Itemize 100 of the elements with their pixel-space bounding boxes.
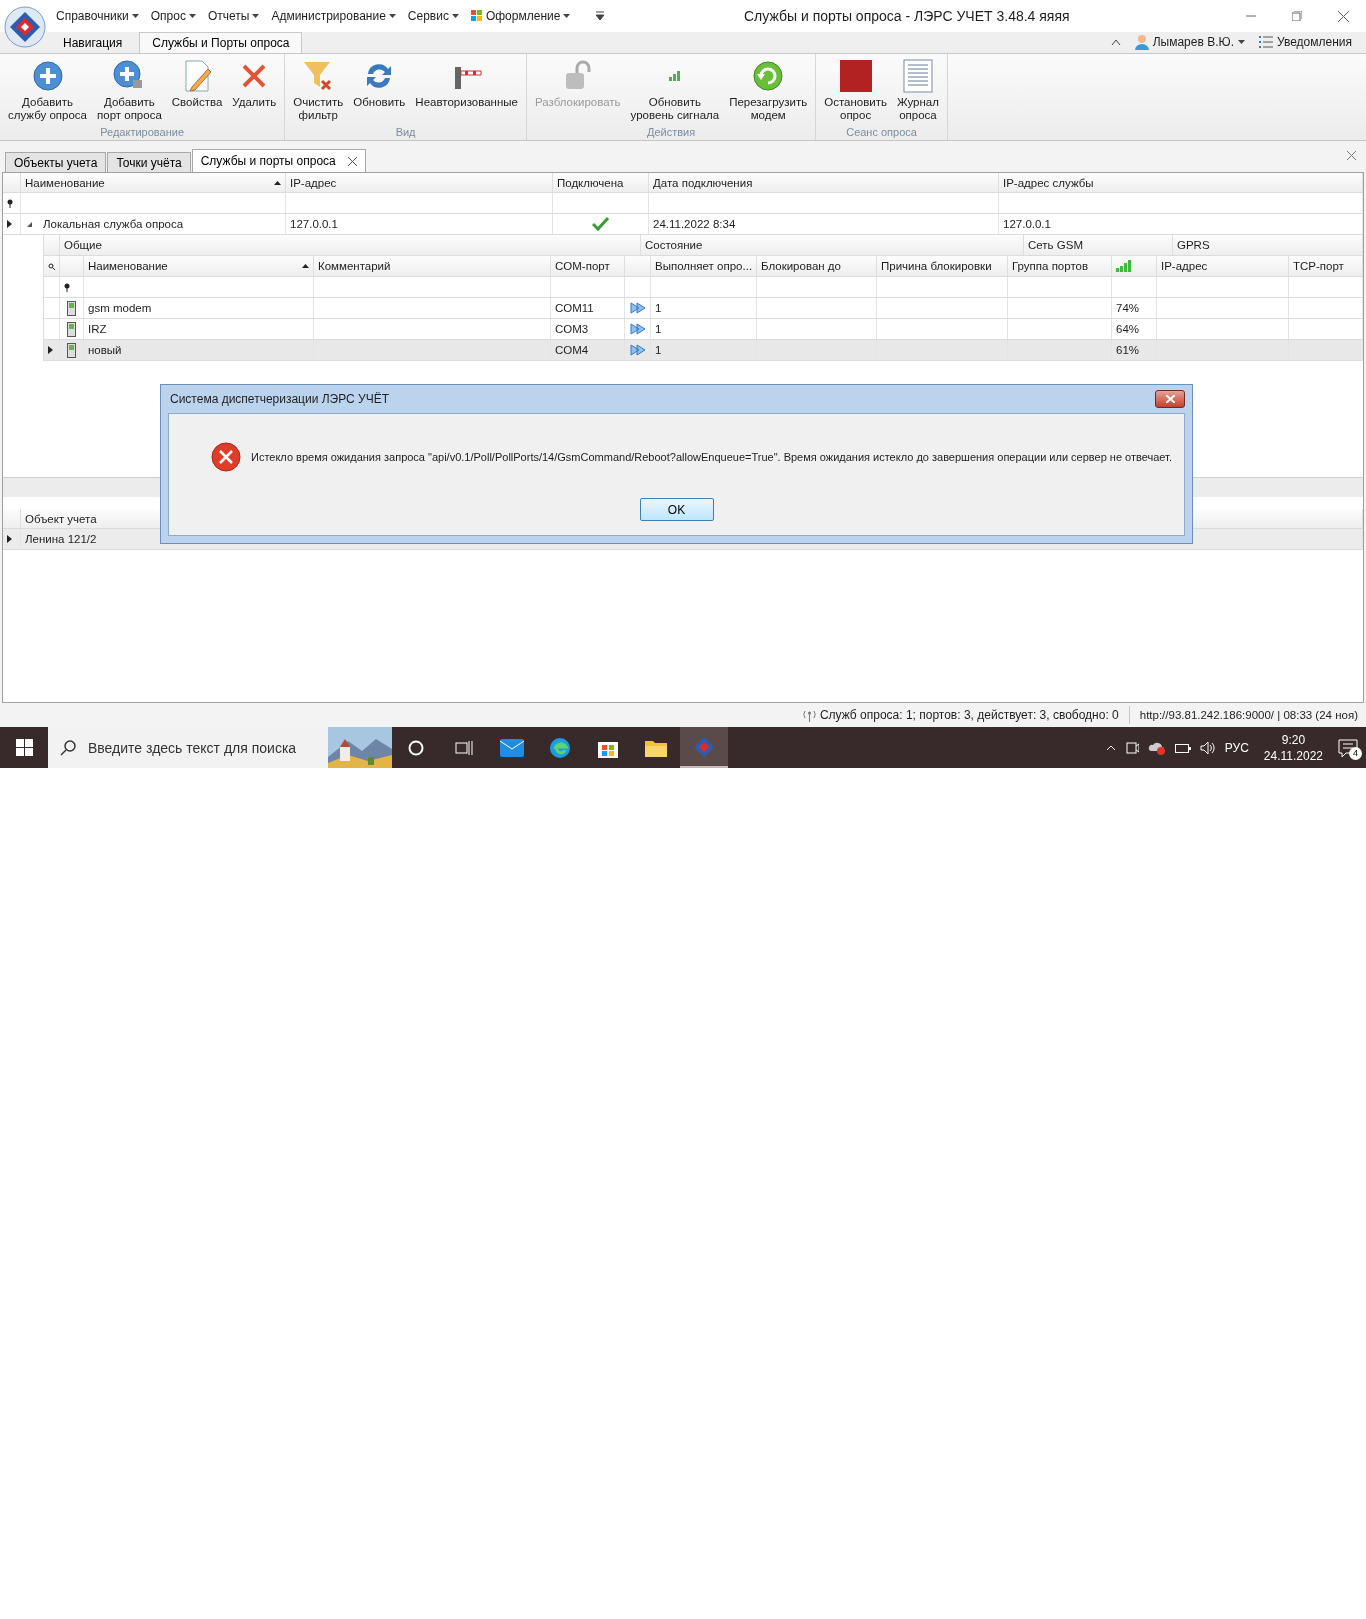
ribbon-button[interactable]: Журнал опроса xyxy=(892,56,943,126)
notifications-button[interactable]: Уведомления xyxy=(1258,35,1352,49)
ok-button[interactable]: OK xyxy=(639,498,714,521)
caret-icon xyxy=(1237,40,1245,44)
window-title: Службы и порты опроса - ЛЭРС УЧЕТ 3.48.4 яяяя xyxy=(744,8,1070,24)
double-arrow-icon xyxy=(629,323,646,335)
column-header[interactable]: Наименование xyxy=(21,173,286,192)
signal-bars-icon xyxy=(1116,260,1132,272)
close-icon xyxy=(1337,10,1349,22)
column-header[interactable]: Дата подключения xyxy=(649,173,999,192)
table-cell: 61% xyxy=(1112,340,1157,360)
menu-item[interactable]: Оформление xyxy=(470,9,571,23)
chevron-up-icon[interactable] xyxy=(1105,744,1116,751)
plus-icon xyxy=(30,59,65,93)
ribbon-button[interactable]: Перезагрузить модем xyxy=(725,56,812,126)
ribbon-button[interactable]: Обновить xyxy=(349,56,410,126)
close-tab-icon[interactable] xyxy=(347,156,357,166)
column-header[interactable]: Выполняет опро... xyxy=(651,256,757,276)
menu-item[interactable]: Опрос xyxy=(150,9,196,23)
column-header[interactable]: IP-адрес xyxy=(286,173,553,192)
table-cell: COM4 xyxy=(551,340,625,360)
menu-item[interactable]: Администрирование xyxy=(271,9,396,23)
user-icon xyxy=(1134,34,1149,50)
list-icon xyxy=(1258,36,1273,48)
column-header[interactable]: IP-адрес xyxy=(1157,256,1289,276)
table-cell: 1 xyxy=(651,298,757,318)
antenna-icon xyxy=(802,708,816,722)
table-cell: 74% xyxy=(1112,298,1157,318)
ribbon-button[interactable]: Очистить фильтр xyxy=(289,56,348,126)
speaker-icon[interactable] xyxy=(1199,740,1216,755)
close-button[interactable] xyxy=(1155,390,1185,408)
sort-ascending-icon xyxy=(274,180,281,185)
band-header: Общие xyxy=(60,235,641,255)
ribbon-button[interactable]: Остановить опрос xyxy=(820,56,891,126)
table-cell: 1 xyxy=(651,319,757,339)
clock[interactable]: 9:20 24.11.2022 xyxy=(1257,731,1329,764)
journal-icon xyxy=(900,59,935,93)
column-header[interactable]: Причина блокировки xyxy=(877,256,1008,276)
minimize-icon xyxy=(1246,15,1256,17)
ribbon-button[interactable]: Свойства xyxy=(167,56,227,126)
taskbar-search-box[interactable]: Введите здесь текст для поиска xyxy=(48,727,392,768)
document-tab[interactable]: Службы и порты опроса xyxy=(191,149,366,172)
close-icon[interactable] xyxy=(1347,151,1356,160)
ribbon-button[interactable]: Обновить уровень сигнала xyxy=(626,56,724,126)
document-tab[interactable]: Объекты учета xyxy=(5,152,107,172)
table-cell: 127.0.0.1 xyxy=(999,214,1363,234)
meeting-icon[interactable] xyxy=(1124,740,1139,755)
ribbon-group-label: Редактирование xyxy=(100,126,184,140)
ribbon-button[interactable]: Добавить порт опроса xyxy=(93,56,166,126)
document-tab[interactable]: Точки учёта xyxy=(107,152,191,172)
ribbon-tab[interactable]: Навигация xyxy=(50,32,136,53)
caret-icon xyxy=(188,14,196,18)
table-cell: 127.0.0.1 xyxy=(286,214,553,234)
search-icon[interactable] xyxy=(48,262,55,270)
stop-icon xyxy=(838,59,873,93)
filter-row-icon xyxy=(64,282,70,292)
column-header[interactable]: TCP-порт xyxy=(1289,256,1363,276)
restore-icon xyxy=(1292,11,1302,21)
band-header: Состояние xyxy=(641,235,1024,255)
menu-item[interactable]: Сервис xyxy=(407,9,459,23)
reload-icon xyxy=(751,59,786,93)
collapse-ribbon-icon[interactable] xyxy=(1110,38,1121,46)
error-icon xyxy=(211,442,241,472)
modem-icon xyxy=(67,321,76,337)
table-cell: 24.11.2022 8:34 xyxy=(649,214,999,234)
menu-item[interactable]: Справочники xyxy=(56,9,139,23)
language-indicator[interactable]: РУС xyxy=(1224,740,1249,755)
column-header[interactable]: IP-адрес службы xyxy=(999,173,1363,192)
caret-icon xyxy=(252,14,260,18)
column-header[interactable]: Группа портов xyxy=(1008,256,1112,276)
taskbar-search-field[interactable]: Введите здесь текст для поиска xyxy=(86,738,316,757)
customize-toolbar-icon[interactable] xyxy=(596,11,605,21)
user-menu[interactable]: Лымарев В.Ю. xyxy=(1134,34,1245,50)
sort-ascending-icon xyxy=(302,264,309,268)
ribbon-tab[interactable]: Службы и Порты опроса xyxy=(139,32,303,53)
caret-icon xyxy=(563,14,571,18)
search-icon xyxy=(60,739,76,756)
cloud-error-icon[interactable] xyxy=(1147,740,1166,755)
column-header[interactable]: Блокирован до xyxy=(757,256,877,276)
column-header[interactable]: COM-порт xyxy=(551,256,625,276)
ribbon-button[interactable]: Добавить службу опроса xyxy=(4,56,91,126)
ribbon-button[interactable]: Удалить xyxy=(228,56,281,126)
error-message: Истекло время ожидания запроса "api/v0.1/Poll/PollPorts/14/GsmCommand/Reboot?allowEnqueue=True". Время ожидания истекло до завершения операции или сервер не отвечает. xyxy=(251,451,1172,463)
double-arrow-icon xyxy=(629,302,646,314)
ribbon-group-label: Действия xyxy=(646,126,696,140)
app-taskbar-icon[interactable] xyxy=(680,727,728,768)
windows-flag-icon xyxy=(470,10,483,22)
band-header: GPRS xyxy=(1173,235,1363,255)
caret-icon xyxy=(388,14,396,18)
caret-icon xyxy=(451,14,459,18)
menu-item[interactable]: Отчеты xyxy=(207,9,260,23)
column-header[interactable]: Наименование xyxy=(84,256,314,276)
column-header[interactable]: Подключена xyxy=(553,173,649,192)
ribbon-button[interactable]: Неавторизованные xyxy=(411,56,522,126)
windows-logo-icon xyxy=(15,739,33,756)
table-cell: Локальная служба опроса xyxy=(43,218,184,230)
table-cell: gsm modem xyxy=(84,298,314,318)
column-header[interactable]: Комментарий xyxy=(314,256,551,276)
battery-icon[interactable] xyxy=(1174,741,1191,754)
band-header: Сеть GSM xyxy=(1024,235,1173,255)
